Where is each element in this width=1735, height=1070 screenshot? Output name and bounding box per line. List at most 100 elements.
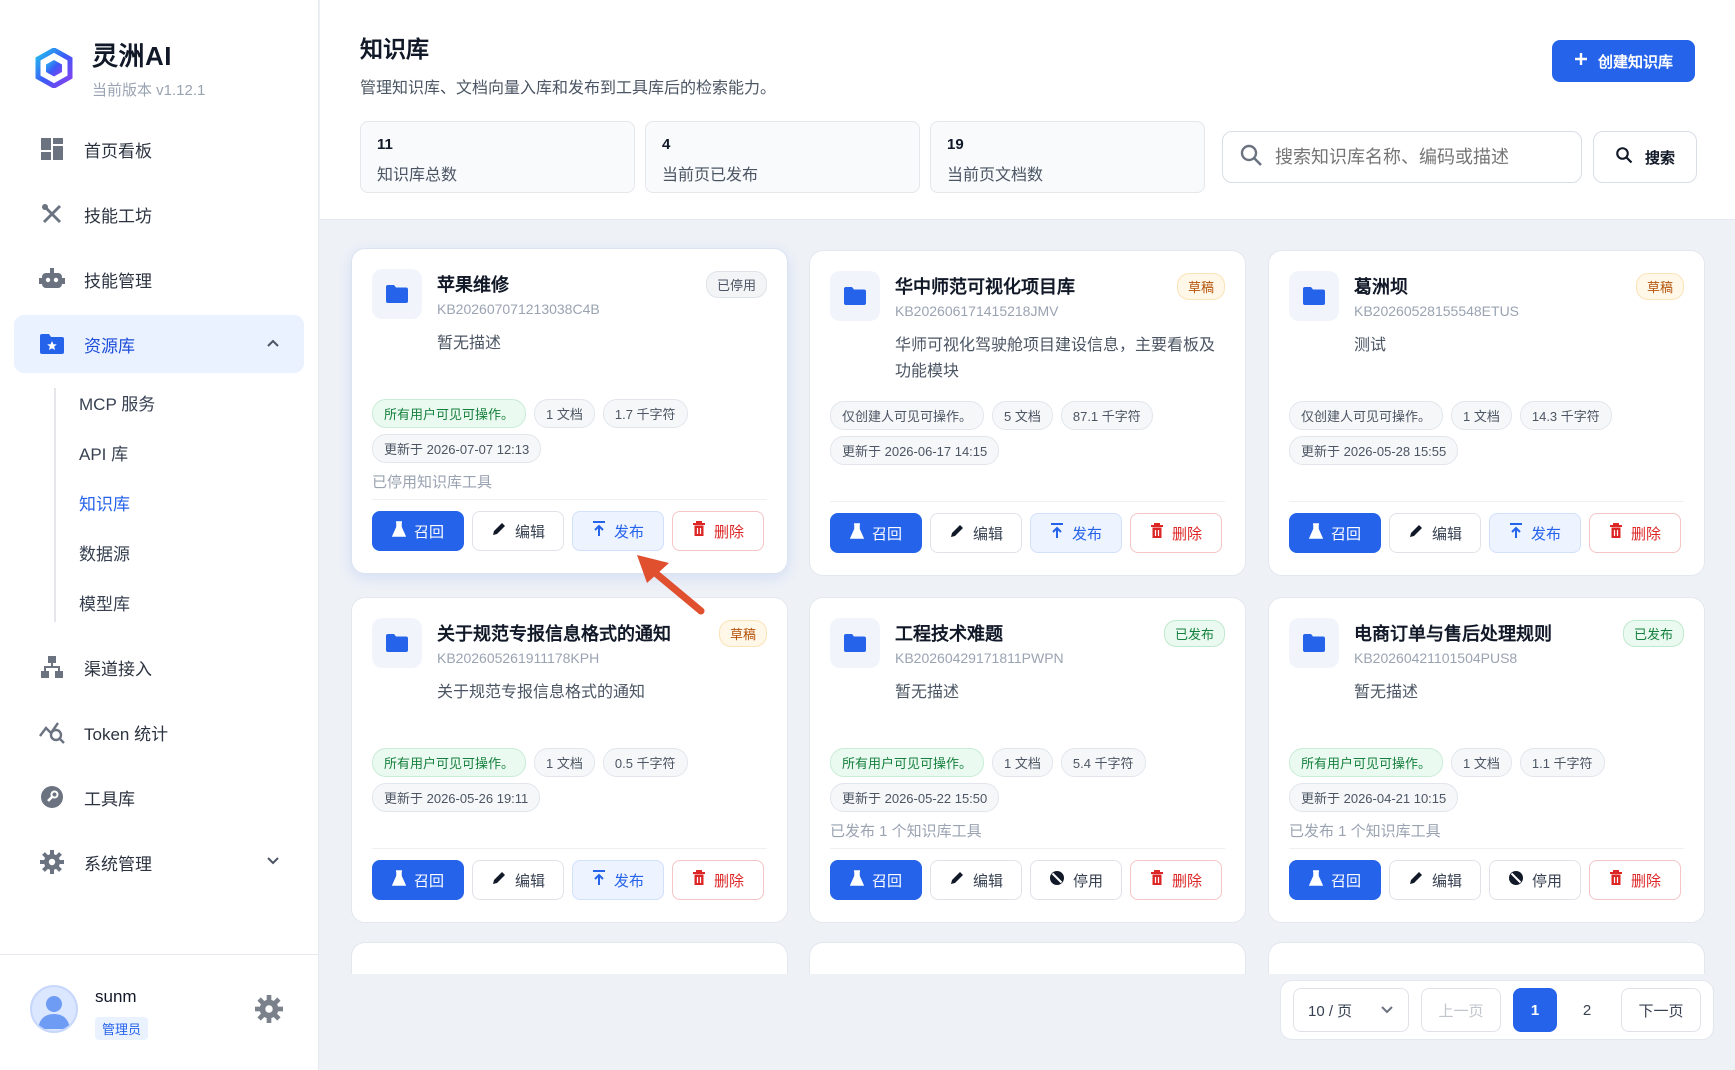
brand[interactable]: 灵洲AI 当前版本 v1.12.1 (34, 36, 205, 100)
kb-title: 葛洲坝 (1354, 277, 1408, 297)
sidebar-subitem-datasource[interactable]: 数据源 (40, 530, 304, 580)
recall-button[interactable]: 召回 (1289, 513, 1381, 553)
page-size-select[interactable]: 10 / 页 (1293, 988, 1409, 1032)
stat-card-published: 4 当前页已发布 (645, 121, 920, 193)
sidebar-subitem-mcp[interactable]: MCP 服务 (40, 380, 304, 430)
pencil-icon (491, 870, 507, 890)
next-page-button[interactable]: 下一页 (1621, 988, 1701, 1032)
pencil-icon (491, 521, 507, 541)
disable-button[interactable]: 停用 (1489, 860, 1581, 900)
publish-button[interactable]: 发布 (1030, 513, 1122, 553)
visibility-tag: 所有用户可见可操作。 (372, 399, 527, 428)
updated-time-tag: 更新于 2026-05-26 19:11 (372, 783, 541, 812)
wrench-icon (38, 783, 66, 811)
pencil-icon (1408, 523, 1424, 543)
flask-icon (849, 870, 865, 890)
page-header: 知识库 管理知识库、文档向量入库和发布到工具库后的检索能力。 创建知识库 11 … (320, 0, 1735, 220)
recall-button[interactable]: 召回 (372, 511, 464, 551)
sidebar-item-channels[interactable]: 渠道接入 (14, 638, 304, 696)
kb-card-partial (809, 942, 1246, 974)
edit-button[interactable]: 编辑 (1389, 513, 1481, 553)
sidebar-item-dashboard[interactable]: 首页看板 (14, 120, 304, 178)
kb-title: 工程技术难题 (895, 624, 1003, 644)
delete-button[interactable]: 删除 (1589, 513, 1681, 553)
dashboard-icon (38, 135, 66, 163)
recall-button[interactable]: 召回 (830, 513, 922, 553)
button-label: 发布 (1071, 525, 1102, 543)
resources-subnav: MCP 服务 API 库 知识库 数据源 模型库 (40, 380, 304, 630)
edit-button[interactable]: 编辑 (472, 860, 564, 900)
delete-button[interactable]: 删除 (1130, 513, 1222, 553)
search-icon (1615, 146, 1633, 168)
kb-card[interactable]: 葛洲坝 KB20260528155548ETUS 测试 草稿 仅创建人可见可操作… (1268, 250, 1705, 576)
sidebar-subitem-api[interactable]: API 库 (40, 430, 304, 480)
visibility-tag: 仅创建人可见可操作。 (1289, 401, 1444, 430)
sidebar-subitem-models[interactable]: 模型库 (40, 580, 304, 630)
page-button-2[interactable]: 2 (1565, 988, 1609, 1032)
disable-button[interactable]: 停用 (1030, 860, 1122, 900)
edit-button[interactable]: 编辑 (1389, 860, 1481, 900)
sidebar-nav: 首页看板 技能工坊 技能管理 资源库 MCP 服务 API 库 知识库 数据源 … (14, 120, 304, 898)
recall-button[interactable]: 召回 (372, 860, 464, 900)
avatar[interactable] (30, 985, 78, 1033)
kb-card[interactable]: 关于规范专报信息格式的通知 KB202605261911178KPH 关于规范专… (351, 597, 788, 923)
edit-button[interactable]: 编辑 (930, 513, 1022, 553)
status-badge: 草稿 (1635, 273, 1684, 300)
button-label: 停用 (1531, 872, 1562, 890)
delete-button[interactable]: 删除 (672, 511, 764, 551)
kb-card[interactable]: 华中师范可视化项目库 KB202606171415218JMV 华师可视化驾驶舱… (809, 250, 1246, 576)
edit-button[interactable]: 编辑 (472, 511, 564, 551)
status-badge: 已停用 (705, 271, 767, 298)
delete-button[interactable]: 删除 (1589, 860, 1681, 900)
sidebar-item-system[interactable]: 系统管理 (14, 833, 304, 891)
publish-button[interactable]: 发布 (1489, 513, 1581, 553)
kb-card[interactable]: 电商订单与售后处理规则 KB20260421101504PUS8 暂无描述 已发… (1268, 597, 1705, 923)
trash-icon (1150, 870, 1164, 890)
kb-code: KB202605261911178KPH (437, 650, 600, 666)
ban-icon (1049, 870, 1065, 890)
recall-button[interactable]: 召回 (830, 860, 922, 900)
stat-card-documents: 19 当前页文档数 (930, 121, 1205, 193)
sidebar-subitem-knowledge[interactable]: 知识库 (40, 480, 304, 530)
kb-code: KB20260528155548ETUS (1354, 303, 1520, 319)
flask-icon (1308, 870, 1324, 890)
card-divider (830, 501, 1225, 502)
tools-cross-icon (38, 200, 66, 228)
button-label: 召回 (413, 872, 444, 890)
delete-button[interactable]: 删除 (672, 860, 764, 900)
flask-icon (849, 523, 865, 543)
edit-button[interactable]: 编辑 (930, 860, 1022, 900)
tool-status-note: 已发布 1 个知识库工具 (1289, 823, 1441, 840)
delete-button[interactable]: 删除 (1130, 860, 1222, 900)
kb-card[interactable]: 工程技术难题 KB20260429171811PWPN 暂无描述 已发布 所有用… (809, 597, 1246, 923)
visibility-tag: 所有用户可见可操作。 (1289, 748, 1444, 777)
char-count-tag: 5.4 千字符 (1060, 748, 1146, 777)
sidebar-item-label: 系统管理 (84, 854, 152, 874)
sidebar-item-toolbox[interactable]: 工具库 (14, 768, 304, 826)
search-box (1222, 131, 1582, 183)
recall-button[interactable]: 召回 (1289, 860, 1381, 900)
sidebar-item-token-stats[interactable]: Token 统计 (14, 703, 304, 761)
kb-title: 华中师范可视化项目库 (895, 277, 1075, 297)
sidebar-item-skill-workshop[interactable]: 技能工坊 (14, 185, 304, 243)
visibility-tag: 仅创建人可见可操作。 (830, 401, 985, 430)
kb-code: KB20260421101504PUS8 (1354, 650, 1518, 666)
stat-value: 11 (377, 136, 393, 153)
sidebar-item-resources[interactable]: 资源库 (14, 315, 304, 373)
kb-card[interactable]: 苹果维修 KB202607071213038C4B 暂无描述 已停用 所有用户可… (351, 248, 788, 574)
page-button-1[interactable]: 1 (1513, 988, 1557, 1032)
search-button[interactable]: 搜索 (1593, 131, 1697, 183)
settings-gear-icon[interactable] (255, 995, 283, 1023)
user-role-badge: 管理员 (95, 1017, 149, 1040)
sidebar-item-skill-management[interactable]: 技能管理 (14, 250, 304, 308)
sidebar-item-label: 工具库 (84, 789, 135, 809)
char-count-tag: 1.1 千字符 (1519, 748, 1605, 777)
button-label: 编辑 (514, 523, 545, 541)
trash-icon (1609, 523, 1623, 543)
publish-button[interactable]: 发布 (572, 511, 664, 551)
prev-page-button[interactable]: 上一页 (1421, 988, 1501, 1032)
search-input[interactable] (1275, 146, 1565, 168)
create-knowledge-base-button[interactable]: 创建知识库 (1551, 40, 1695, 82)
kb-code: KB20260429171811PWPN (895, 650, 1064, 666)
publish-button[interactable]: 发布 (572, 860, 664, 900)
